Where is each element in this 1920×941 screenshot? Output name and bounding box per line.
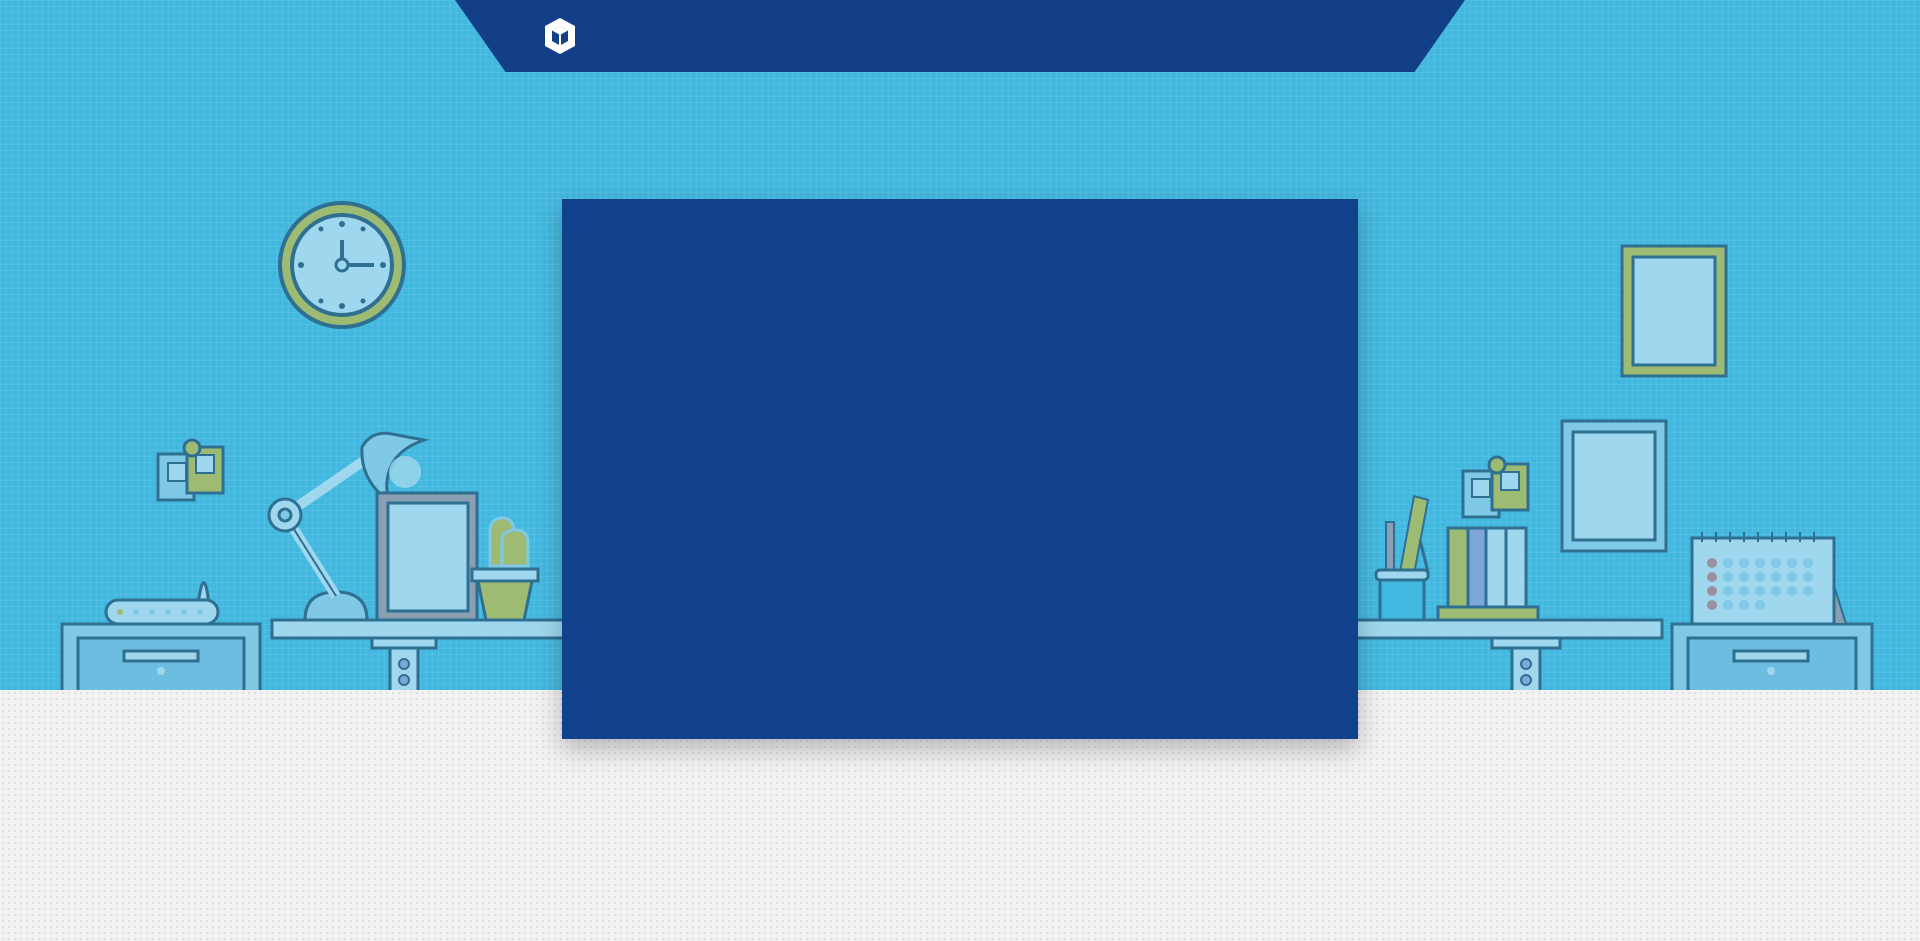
sticky-notes-right [1461,455,1530,519]
picture-frame-medium [1560,419,1668,553]
desk-right [1348,618,1664,690]
cactus-pot-icon [470,516,540,622]
pencil-cup-icon [1374,494,1430,622]
picture-frame-large [1620,244,1728,378]
wall-clock-icon [278,201,406,329]
cube-logo-icon[interactable] [542,16,578,56]
desk-left [270,618,574,690]
books-icon [1436,526,1540,622]
cabinet-right [1670,622,1874,690]
cabinet-left [60,622,262,690]
desk-photo-frame [375,491,479,622]
sticky-notes-left [156,438,225,502]
top-header-banner [455,0,1465,72]
wifi-router-icon [104,581,220,626]
desk-calendar-icon [1690,532,1848,626]
main-content-panel [562,199,1358,739]
